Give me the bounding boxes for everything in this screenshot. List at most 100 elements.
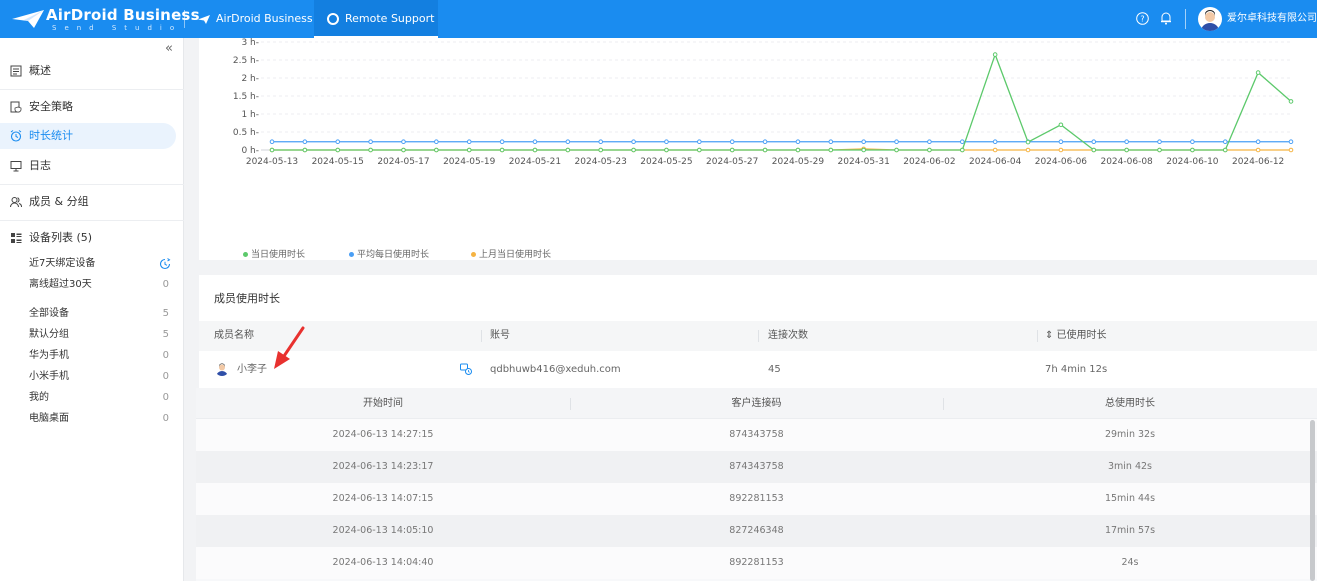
data-point	[992, 139, 998, 145]
sidebar-item-members-groups[interactable]: 成员 & 分组	[0, 189, 184, 215]
data-point	[1025, 139, 1031, 145]
subitem-label: 离线超过30天	[29, 279, 92, 290]
sidebar-divider	[0, 184, 184, 185]
column-total-duration: 总使用时长	[1105, 398, 1155, 409]
session-start-time: 2024-06-13 14:07:15	[332, 493, 434, 504]
member-name: 小李子	[237, 364, 267, 375]
sidebar-subitem-pc-desktop[interactable]: 电脑桌面 0	[29, 409, 169, 429]
help-icon[interactable]: ?	[1136, 12, 1149, 25]
remote-session-icon[interactable]	[460, 363, 472, 375]
session-client-code: 827246348	[729, 525, 784, 536]
data-point	[1190, 139, 1195, 145]
y-tick-label: 1 h-	[241, 110, 259, 120]
table-row[interactable]: 小李子 qdbhuwb416@xeduh.com 45 7h 4min 12s	[199, 351, 1317, 388]
data-point	[368, 139, 373, 145]
user-avatar[interactable]	[1198, 7, 1222, 31]
data-point	[499, 147, 505, 153]
session-total-duration: 29min 32s	[1104, 429, 1156, 440]
sidebar-subitem-offline-30-days[interactable]: 离线超过30天 0	[29, 275, 169, 295]
sidebar-subitem-bound-7-days[interactable]: 近7天绑定设备	[29, 254, 171, 274]
airdroid-logo[interactable]: AirDroid Business Send Studio	[12, 4, 200, 34]
x-tick-label: 2024-05-19	[443, 157, 496, 167]
data-point	[729, 147, 735, 153]
column-connection-count: 连接次数	[768, 330, 808, 341]
data-point	[302, 147, 308, 153]
company-name[interactable]: 爱尔卓科技有限公司	[1227, 0, 1317, 38]
monitor-log-icon	[10, 161, 22, 172]
notification-icon[interactable]	[1159, 11, 1173, 25]
sidebar-item-overview[interactable]: 概述	[0, 58, 184, 84]
sidebar: « 概述 安全策略 时长统计 日志 成员 & 分组 设备列表 (5) 近7天绑定…	[0, 38, 184, 581]
data-point	[499, 139, 505, 145]
red-annotation-arrow-icon	[274, 326, 305, 369]
data-point	[532, 147, 538, 153]
table-row[interactable]: 2024-06-13 14:27:15 874343758 29min 32s	[196, 419, 1317, 451]
subitem-label: 全部设备	[29, 308, 69, 319]
sidebar-divider	[0, 220, 184, 221]
sidebar-divider	[0, 89, 184, 90]
subitem-label: 默认分组	[29, 329, 69, 340]
session-client-code: 892281153	[729, 557, 784, 568]
legend-last-month-usage[interactable]: 上月当日使用时长	[471, 247, 551, 260]
sidebar-item-duration-stats[interactable]: 时长统计	[0, 123, 176, 149]
data-point	[302, 139, 308, 145]
data-point	[1157, 147, 1162, 153]
data-point	[269, 147, 275, 153]
data-point	[1157, 139, 1162, 145]
card-title: 成员使用时长	[214, 292, 280, 305]
sidebar-subitem-huawei[interactable]: 华为手机 0	[29, 346, 169, 366]
y-tick-label: 2.5 h-	[233, 56, 259, 66]
subitem-label: 华为手机	[29, 350, 69, 361]
x-tick-label: 2024-06-08	[1100, 157, 1153, 167]
column-used-duration-sortable[interactable]: ⇕ 已使用时长	[1045, 321, 1107, 351]
subitem-label: 我的	[29, 392, 49, 403]
sidebar-item-security-policy[interactable]: 安全策略	[0, 94, 184, 120]
x-tick-label: 2024-06-10	[1166, 157, 1219, 167]
tab-remote-support[interactable]: Remote Support	[314, 0, 438, 38]
data-point	[401, 139, 406, 145]
legend-label: 上月当日使用时长	[479, 250, 552, 260]
policy-icon	[10, 101, 22, 113]
data-point	[1222, 147, 1228, 153]
x-tick-label: 2024-05-21	[509, 157, 561, 167]
tab-airdroid-business[interactable]: AirDroid Business	[198, 0, 313, 38]
session-client-code: 874343758	[729, 461, 784, 472]
column-account: 账号	[490, 330, 510, 341]
session-client-code: 892281153	[729, 493, 784, 504]
legend-average-usage[interactable]: 平均每日使用时长	[349, 247, 429, 260]
sidebar-item-label: 安全策略	[29, 100, 73, 113]
x-tick-label: 2024-05-23	[575, 157, 627, 167]
collapse-sidebar-icon[interactable]: «	[165, 41, 173, 56]
plane-icon	[198, 14, 210, 24]
data-point	[927, 139, 932, 145]
data-point	[1058, 122, 1064, 128]
session-start-time: 2024-06-13 14:05:10	[332, 525, 434, 536]
data-point	[664, 147, 669, 153]
data-point	[828, 139, 834, 145]
alarm-clock-icon	[10, 130, 22, 142]
sidebar-subitem-default-group[interactable]: 默认分组 5	[29, 325, 169, 345]
session-total-duration: 3min 42s	[1107, 461, 1153, 472]
avatar-icon	[216, 363, 228, 376]
table-row[interactable]: 2024-06-13 14:23:17 874343758 3min 42s	[196, 451, 1317, 483]
data-point	[1091, 147, 1097, 153]
sidebar-subitem-all-devices[interactable]: 全部设备 5	[29, 304, 169, 324]
legend-daily-usage[interactable]: 当日使用时长	[243, 247, 305, 260]
table-row[interactable]: 2024-06-13 14:05:10 827246348 17min 57s	[196, 515, 1317, 547]
session-total-duration: 15min 44s	[1104, 493, 1156, 504]
data-point	[762, 147, 768, 153]
data-point	[1288, 147, 1294, 153]
data-point	[828, 147, 834, 153]
sidebar-subitem-mine[interactable]: 我的 0	[29, 388, 169, 408]
sidebar-item-logs[interactable]: 日志	[0, 153, 184, 179]
table-row[interactable]: 2024-06-13 14:07:15 892281153 15min 44s	[196, 483, 1317, 515]
y-tick-label: 2 h-	[241, 74, 259, 84]
subitem-count: 5	[162, 329, 169, 340]
vertical-scrollbar[interactable]	[1310, 420, 1315, 581]
sidebar-subitem-xiaomi[interactable]: 小米手机 0	[29, 367, 169, 387]
data-point	[894, 147, 899, 153]
sidebar-item-device-list[interactable]: 设备列表 (5)	[0, 225, 184, 251]
data-point	[565, 147, 571, 153]
table-row[interactable]: 2024-06-13 14:04:40 892281153 24s	[196, 547, 1317, 579]
data-point	[466, 139, 472, 145]
